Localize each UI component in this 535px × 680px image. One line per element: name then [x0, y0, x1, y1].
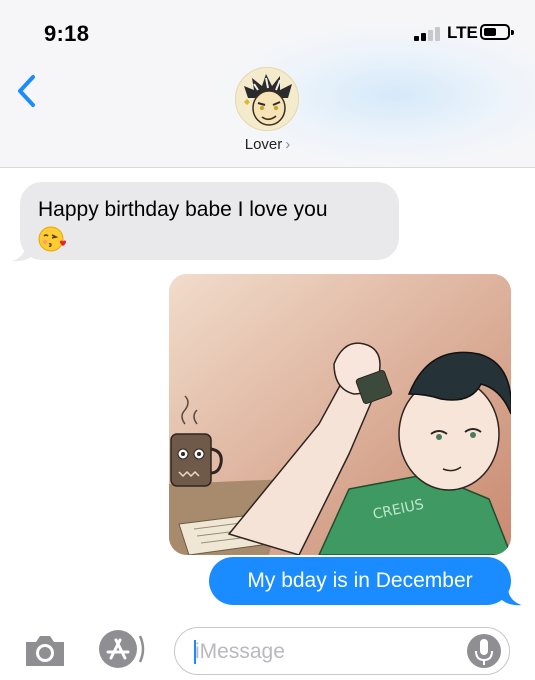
camera-button[interactable]	[22, 630, 68, 670]
signal-strength-icon	[414, 25, 444, 41]
image-message[interactable]: CREIUS	[169, 274, 511, 555]
message-input[interactable]	[195, 636, 455, 668]
microphone-icon	[467, 634, 501, 668]
camera-icon	[26, 636, 64, 666]
app-store-icon	[99, 630, 145, 668]
outgoing-message-bubble[interactable]: My bday is in December	[209, 557, 511, 605]
contact-name: Lover	[244, 136, 283, 153]
carrier-label: LTE	[447, 23, 478, 42]
battery-icon	[480, 24, 514, 40]
message-input-field[interactable]	[174, 627, 510, 675]
contact-name-button[interactable]: Lover ›	[0, 136, 535, 153]
chevron-left-icon	[18, 75, 35, 107]
status-bar: 9:18 LTE	[0, 0, 535, 60]
kissing-face-with-heart-emoji	[38, 226, 66, 252]
app-store-button[interactable]	[96, 628, 150, 670]
avatar-portrait-image	[236, 68, 298, 130]
drawing-image: CREIUS	[169, 274, 511, 555]
chevron-right-icon: ›	[285, 136, 291, 153]
incoming-message-text: Happy birthday babe I love you	[38, 198, 328, 221]
incoming-message-bubble[interactable]: Happy birthday babe I love you	[20, 182, 399, 260]
microphone-button[interactable]	[465, 630, 503, 672]
status-time: 9:18	[44, 21, 90, 46]
outgoing-message-text: My bday is in December	[247, 569, 473, 592]
contact-avatar[interactable]	[235, 67, 299, 131]
back-button[interactable]	[14, 74, 40, 108]
